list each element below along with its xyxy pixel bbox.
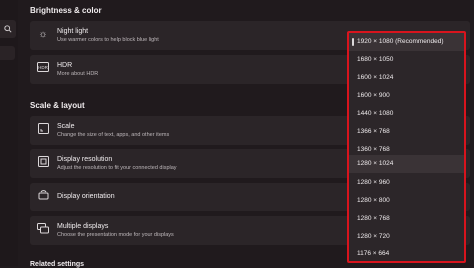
multiple-displays-subtitle: Choose the presentation mode for your di… xyxy=(57,232,174,238)
resolution-option[interactable]: 1600 × 1024 xyxy=(349,69,464,87)
resolution-option[interactable]: 1440 × 1080 xyxy=(349,105,464,123)
rotate-icon xyxy=(36,190,50,204)
hdr-subtitle: More about HDR xyxy=(57,71,99,77)
section-title-related: Related settings xyxy=(30,261,85,268)
resolution-option[interactable]: 1920 × 1080 (Recommended) xyxy=(349,33,464,51)
resolution-option[interactable]: 1280 × 720 xyxy=(349,228,464,246)
scale-title: Scale xyxy=(57,123,75,130)
night-light-subtitle: Use warmer colors to help block blue lig… xyxy=(57,37,159,43)
scale-icon xyxy=(36,123,50,137)
search-icon[interactable] xyxy=(0,20,16,38)
multiple-displays-icon xyxy=(36,223,50,237)
resolution-option[interactable]: 1680 × 1050 xyxy=(349,51,464,69)
display-resolution-title: Display resolution xyxy=(57,156,113,163)
section-title-brightness-color: Brightness & color xyxy=(30,6,102,15)
display-icon xyxy=(36,156,50,170)
sun-icon: ☼ xyxy=(38,29,48,40)
resolution-option[interactable]: 1280 × 800 xyxy=(349,192,464,210)
left-navigation-strip xyxy=(0,0,18,266)
hdr-icon: HDR xyxy=(36,62,50,76)
resolution-option[interactable]: 1280 × 768 xyxy=(349,210,464,228)
section-title-scale-layout: Scale & layout xyxy=(30,101,85,110)
scale-subtitle: Change the size of text, apps, and other… xyxy=(57,132,170,138)
resolution-dropdown-list[interactable]: 1920 × 1080 (Recommended) 1680 × 1050 16… xyxy=(347,31,466,263)
svg-text:HDR: HDR xyxy=(38,65,48,70)
resolution-option[interactable]: 1366 × 768 xyxy=(349,123,464,141)
resolution-option-hovered[interactable]: 1280 × 1024 xyxy=(349,155,464,173)
resolution-option[interactable]: 1280 × 960 xyxy=(349,174,464,192)
resolution-option[interactable]: 1176 × 664 xyxy=(349,245,464,261)
multiple-displays-title: Multiple displays xyxy=(57,223,109,230)
night-light-title: Night light xyxy=(57,28,89,35)
display-orientation-title: Display orientation xyxy=(57,193,115,200)
hdr-title: HDR xyxy=(57,62,73,69)
selected-indicator xyxy=(352,38,354,46)
display-resolution-subtitle: Adjust the resolution to fit your connec… xyxy=(57,165,177,171)
resolution-option[interactable]: 1600 × 900 xyxy=(349,87,464,105)
nav-item[interactable] xyxy=(0,46,15,60)
